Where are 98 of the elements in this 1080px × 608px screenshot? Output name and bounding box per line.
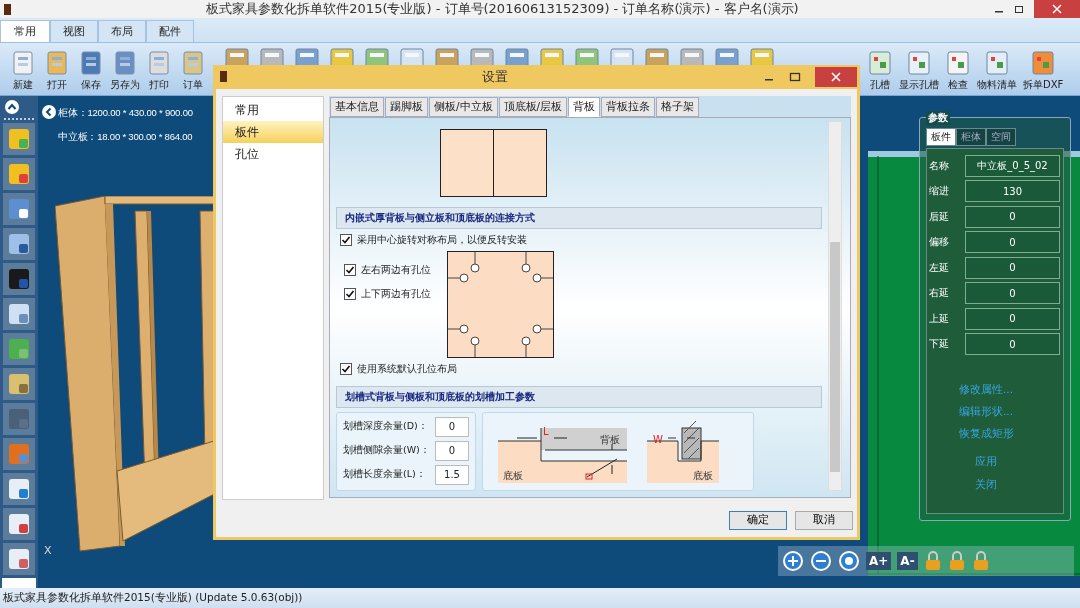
checkbox-label: 使用系统默认孔位布局: [357, 361, 457, 376]
lock-icon[interactable]: [947, 549, 966, 572]
tool-button[interactable]: [3, 507, 35, 540]
checkbox[interactable]: [344, 263, 356, 276]
axis-label: X: [44, 543, 52, 557]
panel-tab[interactable]: 柜体: [956, 127, 986, 146]
value-field[interactable]: 0: [965, 307, 1060, 330]
settings-tab[interactable]: 基本信息: [330, 96, 384, 117]
panel-tab[interactable]: 板件: [926, 127, 956, 146]
tool-button[interactable]: [3, 192, 35, 225]
restore-icon[interactable]: [1014, 4, 1024, 14]
scroll-button[interactable]: [2, 577, 36, 588]
close-icon[interactable]: [1034, 0, 1080, 18]
tool-button[interactable]: [3, 227, 35, 260]
panel-size-text: 中立板：18.00 * 300.00 * 864.00: [58, 130, 193, 144]
checkbox-label: 采用中心旋转对称布局，以便反转安装: [357, 232, 527, 247]
checkbox[interactable]: [344, 287, 356, 300]
input-field[interactable]: 1.5: [435, 464, 469, 485]
input-field[interactable]: 0: [435, 440, 469, 461]
section-header: 划槽式背板与侧板和顶底板的划槽加工参数: [336, 385, 822, 408]
tool-button[interactable]: [3, 472, 35, 505]
panel-tab[interactable]: 空间: [986, 127, 1016, 146]
settings-tab[interactable]: 背板: [568, 96, 601, 117]
category-item[interactable]: 板件: [223, 120, 323, 143]
field-label: 下延: [928, 337, 950, 352]
field-label: 缩进: [928, 184, 950, 199]
value-field[interactable]: 0: [965, 282, 1060, 305]
field-label: 划槽长度余量(L)：: [343, 468, 427, 482]
ribbon-tab[interactable]: 常用: [0, 19, 50, 42]
back-icon[interactable]: [41, 103, 57, 120]
toolbar-button[interactable]: 新建: [6, 42, 40, 95]
toolbar-button[interactable]: 显示孔槽: [896, 42, 942, 95]
field-label: 左延: [928, 260, 950, 275]
toolbar-button[interactable]: 物料清单: [974, 42, 1020, 95]
dialog-button[interactable]: 取消: [795, 510, 853, 530]
input-field[interactable]: 0: [435, 416, 469, 437]
diagram-label: 背板: [600, 433, 620, 445]
tool-button[interactable]: [3, 367, 35, 400]
tool-button[interactable]: [3, 157, 35, 190]
tool-button[interactable]: [3, 122, 35, 155]
app-logo-icon: [4, 3, 11, 15]
close-icon[interactable]: [815, 66, 857, 87]
field-label: 名称: [928, 158, 950, 173]
ribbon-tab[interactable]: 配件: [146, 19, 194, 42]
diagram-label: 底板: [693, 469, 713, 481]
tool-button[interactable]: [3, 542, 35, 575]
app-logo-icon: [220, 71, 227, 83]
window-title: 板式家具参数化拆单软件2015(专业版) - 订单号(20160613152309) - 订单名称(演示) - 客户名(演示): [205, 0, 800, 18]
tool-button[interactable]: [3, 262, 35, 295]
field-label: 右延: [928, 286, 950, 301]
toolbar-button[interactable]: 保存: [74, 42, 108, 95]
panel-title: 参数: [926, 110, 950, 125]
field-label: 上延: [928, 311, 950, 326]
checkbox-label: 左右两边有孔位: [361, 262, 431, 277]
field-label: 划槽侧隙余量(W)：: [343, 444, 431, 458]
dimension-label: W: [653, 433, 663, 445]
category-item[interactable]: 常用: [223, 98, 323, 121]
value-field[interactable]: 0: [965, 231, 1060, 254]
toolbar-button[interactable]: 检查: [942, 42, 974, 95]
field-label: 后延: [928, 209, 950, 224]
tool-button[interactable]: [3, 332, 35, 365]
lock-icon[interactable]: [923, 549, 942, 572]
category-item[interactable]: 孔位: [223, 142, 323, 165]
settings-tab[interactable]: 顶底板/层板: [498, 96, 568, 117]
settings-tab[interactable]: 踢脚板: [385, 96, 428, 117]
value-field[interactable]: 0: [965, 256, 1060, 279]
ribbon-tab[interactable]: 视图: [50, 19, 98, 42]
dimension-label: L: [543, 425, 549, 437]
dialog-button[interactable]: 确定: [729, 510, 787, 530]
checkbox-label: 上下两边有孔位: [361, 286, 431, 301]
section-header: 内嵌式厚背板与侧立板和顶底板的连接方式: [336, 206, 822, 229]
scrollbar[interactable]: [828, 120, 842, 491]
tool-button[interactable]: [3, 297, 35, 330]
value-field[interactable]: 0: [965, 205, 1060, 228]
toolbar-button[interactable]: 孔槽: [864, 42, 896, 95]
settings-tab[interactable]: 侧板/中立板: [429, 96, 498, 117]
field-label: 偏移: [928, 235, 950, 250]
settings-tab[interactable]: 格子架: [656, 96, 700, 117]
dialog-title: 设置: [481, 67, 509, 86]
toolbar-button[interactable]: 打印: [142, 42, 176, 95]
ribbon-tab[interactable]: 布局: [98, 19, 146, 42]
settings-tab[interactable]: 背板拉条: [601, 96, 656, 117]
value-field[interactable]: 0: [965, 333, 1060, 356]
status-text: 板式家具参数化拆单软件2015(专业版) (Update 5.0.63(obj)): [3, 591, 303, 605]
diagram-label: 底板: [503, 469, 523, 481]
checkbox[interactable]: [340, 233, 352, 246]
value-field[interactable]: 130: [965, 180, 1060, 203]
field-label: 划槽深度余量(D)：: [343, 420, 429, 434]
toolbar-button[interactable]: 拆单DXF: [1020, 42, 1067, 95]
collapse-icon[interactable]: [4, 98, 20, 115]
toolbar-button[interactable]: 另存为: [108, 42, 142, 95]
toolbar-button[interactable]: 订单: [176, 42, 210, 95]
checkbox[interactable]: [340, 362, 352, 375]
maximize-icon[interactable]: [789, 70, 801, 83]
cabinet-size-text: 柜体：1200.00 * 430.00 * 900.00: [58, 106, 193, 120]
value-field[interactable]: 中立板_0_5_02: [965, 154, 1060, 177]
toolbar-button[interactable]: 打开: [40, 42, 74, 95]
lock-icon[interactable]: [971, 549, 990, 572]
